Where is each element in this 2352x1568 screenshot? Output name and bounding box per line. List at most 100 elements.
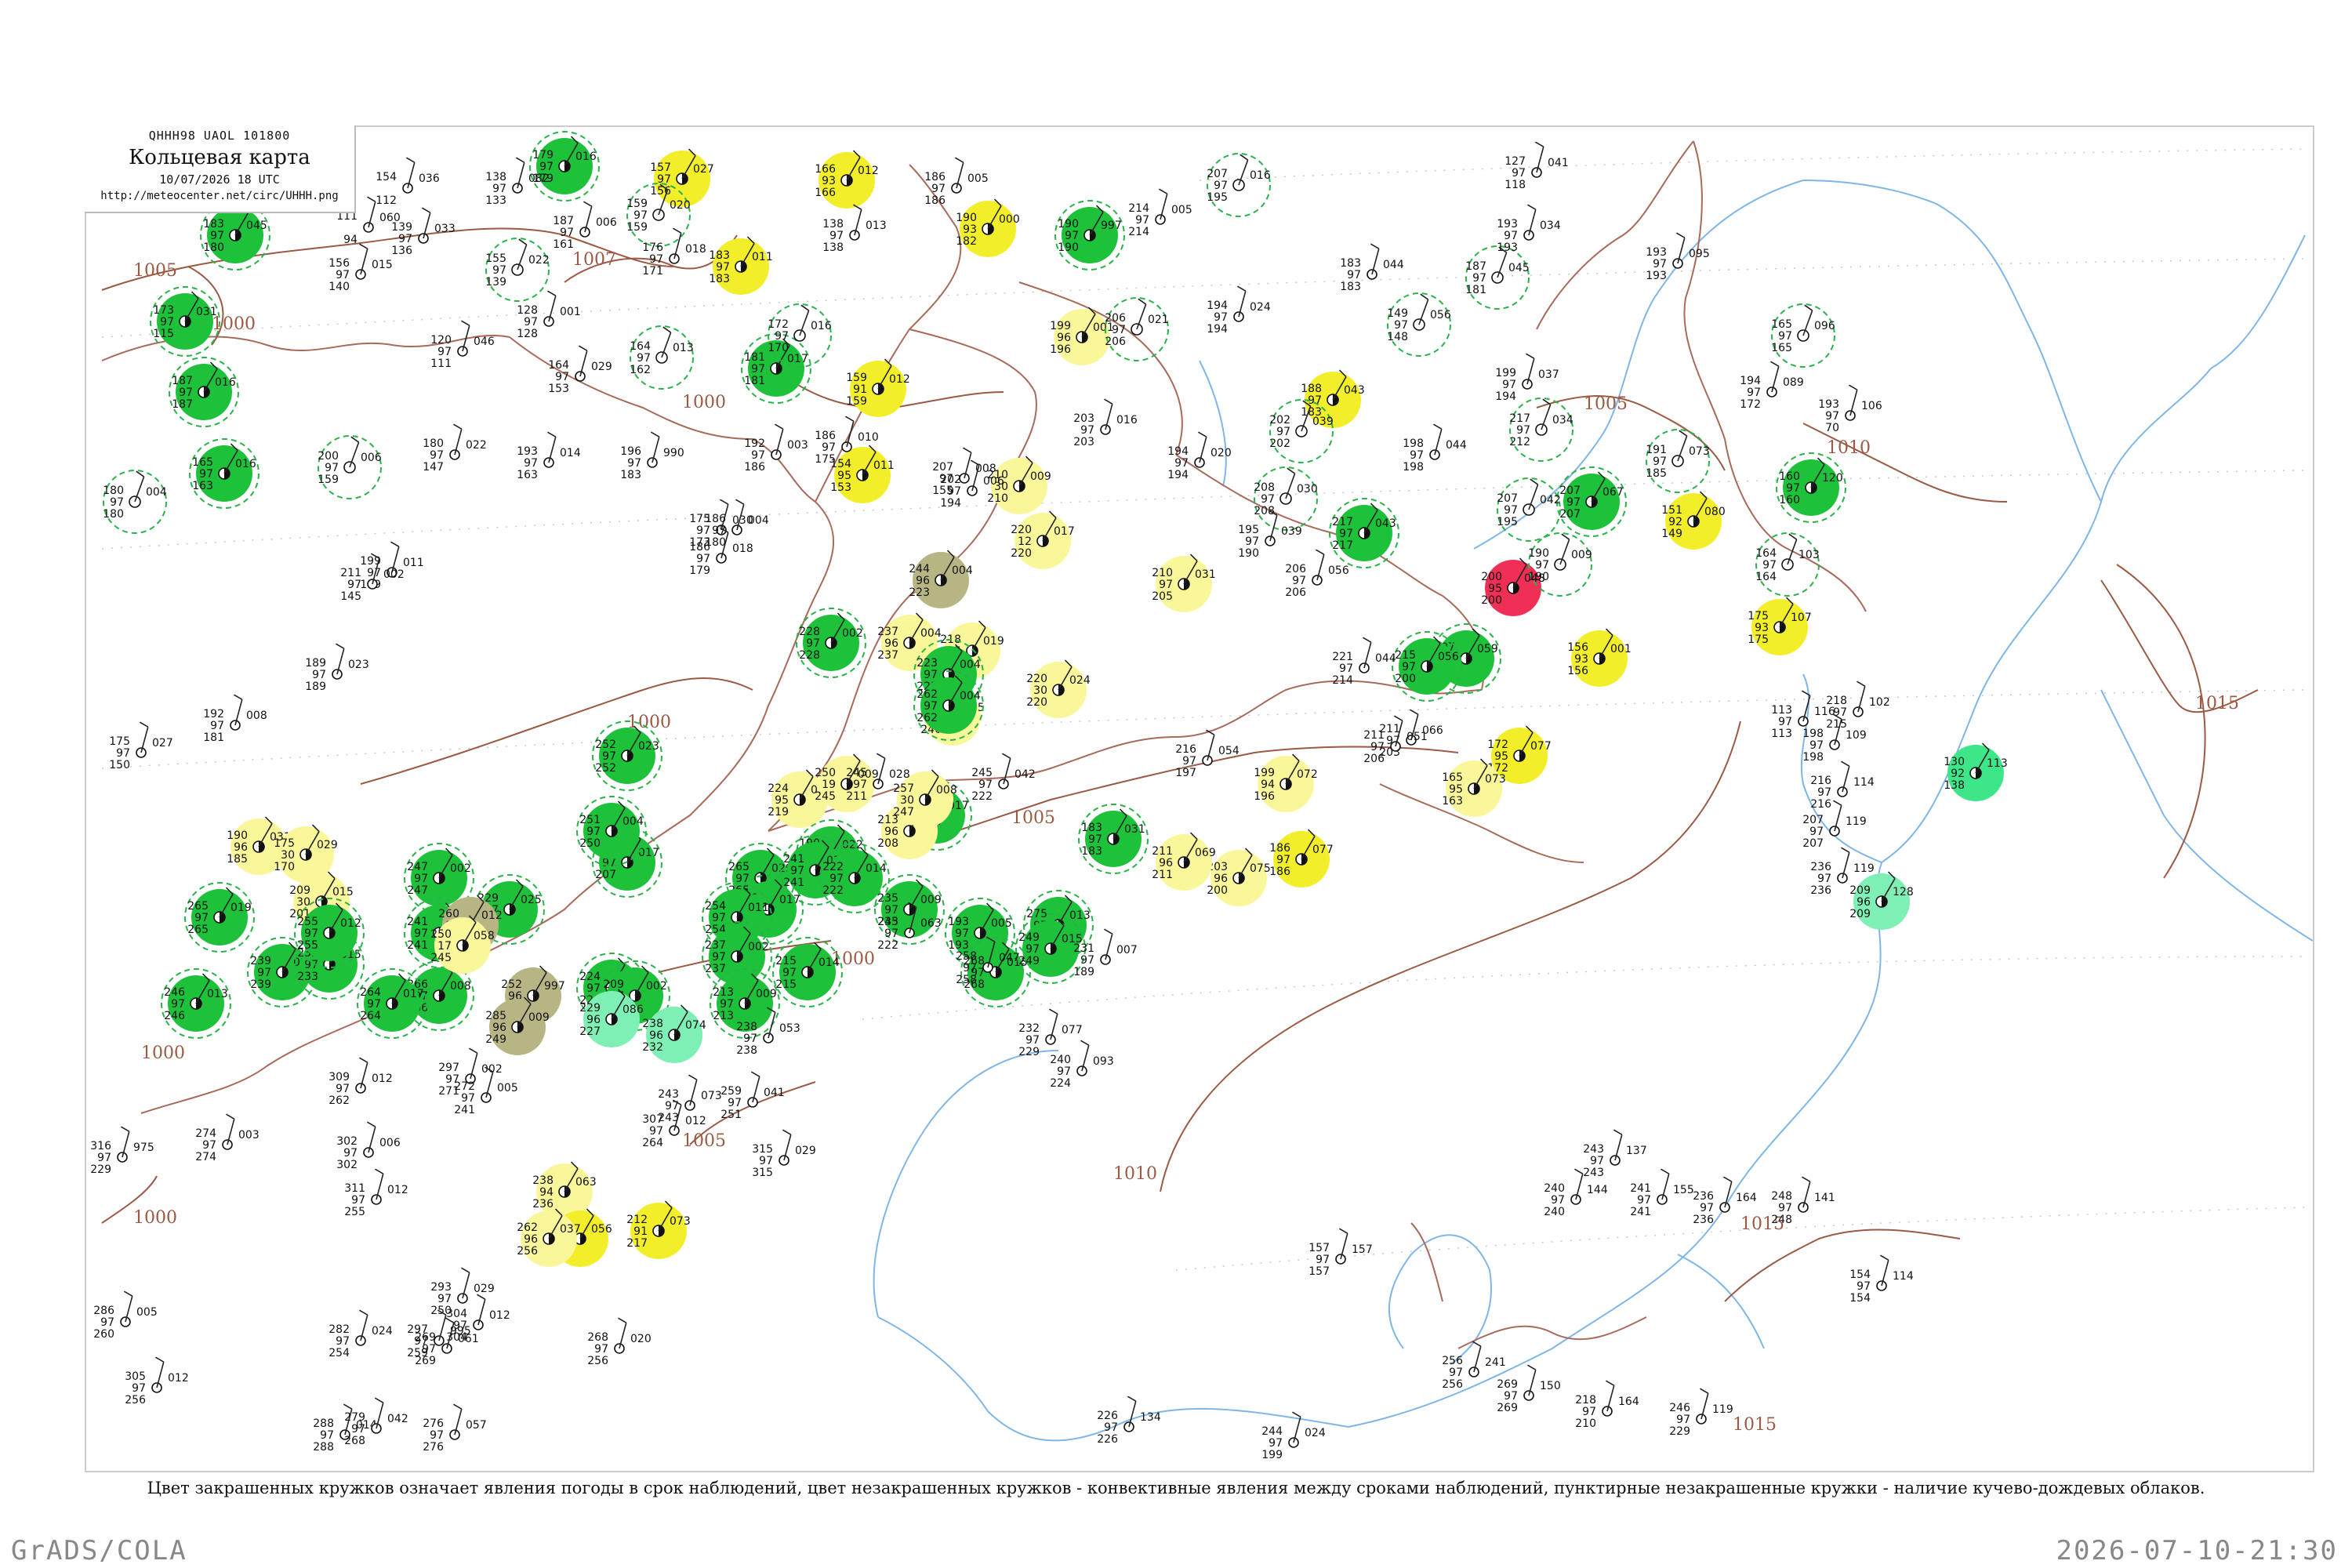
station-plain[interactable]: 21697216 114 (1810, 760, 1875, 811)
station-thunder[interactable]: 17397115 031 (150, 286, 220, 357)
station-plain[interactable]: 13997136 033 (391, 207, 456, 257)
station-rain[interactable]: 17593175 107 (1748, 597, 1812, 655)
station-plain[interactable]: 22197214 044 (1332, 637, 1396, 687)
station-plain[interactable]: 13897138 013 (822, 204, 887, 254)
station-plain[interactable]: 17697171 018 (642, 227, 706, 278)
station-plain[interactable]: 24897248 141 (1771, 1176, 1835, 1226)
station-plain[interactable]: 30997262 012 (328, 1057, 393, 1107)
station-plain[interactable]: 19997194 037 (1495, 353, 1559, 403)
station-plain[interactable]: 30297302 006 (336, 1121, 401, 1171)
station-rain[interactable]: 15991159 012 (846, 358, 910, 417)
station-cb-dashed[interactable]: 18797181 045 (1465, 245, 1530, 310)
station-rain[interactable]: 15693156 001 (1567, 628, 1632, 687)
station-plain[interactable]: 154 112 036 (376, 157, 440, 207)
station-shower_snow[interactable]: 13092138 113 (1944, 742, 2008, 801)
station-plain[interactable]: 18797161 006 (553, 201, 617, 251)
synoptic-map[interactable]: 1005100010071000100010051000100510001005… (0, 0, 2352, 1568)
station-plain[interactable]: 19897198 044 (1403, 423, 1467, 474)
station-cb-dashed[interactable]: 20797195 042 (1497, 477, 1561, 542)
station-thunder[interactable]: 25297252 023 (592, 720, 662, 791)
station-plain[interactable]: 15497154 114 (1849, 1254, 1914, 1305)
station-plain[interactable]: 15697140 015 (328, 243, 393, 293)
station-plain[interactable]: 19397193 034 (1497, 204, 1561, 254)
station-thunder[interactable]: 16097160 120 (1776, 452, 1846, 523)
station-drizzle[interactable]: 22012220 017 (1011, 510, 1075, 569)
station-plain[interactable]: 19297186 003 (744, 423, 808, 474)
station-thunder[interactable]: 18797187 016 (169, 357, 239, 427)
station-plain[interactable]: 24097224 093 (1050, 1040, 1114, 1090)
station-thunder[interactable]: 21597200 056 (1392, 631, 1462, 702)
station-plain[interactable]: 16497153 029 (548, 345, 612, 395)
station-cb-dashed[interactable]: 20797195 016 (1207, 153, 1271, 217)
station-plain[interactable]: 19397163 014 (517, 431, 581, 481)
station-plain[interactable]: 19697183 990 (620, 431, 684, 481)
station-plain[interactable]: 12797118 041 (1504, 141, 1569, 191)
station-cb-dashed[interactable]: 15597139 022 (485, 238, 550, 302)
station-drizzle[interactable]: 22030220 024 (1026, 659, 1091, 718)
station-plain[interactable]: 28697260 005 (93, 1290, 158, 1341)
station-cb-dashed[interactable]: 14997148 056 (1387, 292, 1451, 357)
station-drizzle[interactable]: 21196211 069 (1152, 832, 1216, 891)
station-cb-dashed[interactable]: 21797212 034 (1509, 397, 1573, 462)
station-fog[interactable]: 20996209 128 (1849, 871, 1914, 930)
station-thunder[interactable]: 22897228 002 (796, 608, 866, 678)
station-plain[interactable]: 26897256 020 (587, 1317, 652, 1367)
station-plain[interactable]: 18397183 044 (1340, 243, 1404, 293)
station-rain[interactable]: 15192149 080 (1661, 491, 1726, 550)
station-rain[interactable]: 16693166 012 (815, 150, 879, 209)
station-rain[interactable]: 18697186 077 (1269, 829, 1334, 887)
station-plain[interactable]: 21897215102 (1826, 681, 1890, 731)
station-plain[interactable]: 12097111 046 (430, 320, 495, 370)
station-plain[interactable]: 24197241 155 (1630, 1168, 1694, 1218)
station-plain[interactable]: 25997251 041 (720, 1071, 785, 1121)
station-plain[interactable]: 20397203 016 (1073, 398, 1138, 448)
station-thunder[interactable]: 16597163 016 (189, 438, 260, 509)
station-plain[interactable]: 28297254 024 (328, 1309, 393, 1359)
station-plain[interactable]: 31697229 975 (90, 1126, 154, 1176)
station-plain[interactable]: 12897128 001 (517, 290, 581, 340)
station-rain[interactable]: 19093182 000 (956, 198, 1020, 257)
station-plain[interactable]: 19597190 039 (1238, 510, 1302, 560)
station-plain[interactable]: 22697226 134 (1097, 1396, 1161, 1446)
station-thunder[interactable]: 24697246 013 (161, 968, 231, 1039)
station-plain[interactable]: 21897210 164 (1575, 1380, 1639, 1430)
station-plain[interactable]: 21497214 005 (1128, 188, 1192, 238)
station-cb-dashed[interactable]: 20697206 021 (1105, 297, 1169, 361)
station-plain[interactable]: 30597256 012 (125, 1356, 189, 1406)
station-drizzle[interactable]: 23894236 063 (532, 1161, 597, 1220)
station-plain[interactable]: 18697186 005 (924, 157, 989, 207)
station-plain[interactable]: 19297181 008 (203, 694, 267, 744)
station-haze[interactable]: 24496223 004 (909, 550, 973, 608)
station-plain[interactable]: 19497194 024 (1207, 285, 1271, 336)
station-plain[interactable]: 31597315 029 (752, 1129, 816, 1179)
station-cb-dashed[interactable]: 16497162 013 (630, 325, 694, 390)
station-plain[interactable]: 18997189 023 (305, 643, 369, 693)
station-cb-dashed[interactable]: 20097159 006 (318, 435, 382, 499)
station-plain[interactable]: 24497199 024 (1261, 1411, 1326, 1461)
station-rain[interactable]: 21291217 073 (626, 1200, 691, 1259)
station-plain[interactable]: 21697197 054 (1175, 729, 1240, 779)
station-cb-dashed[interactable]: 16497164 103 (1755, 532, 1820, 597)
station-plain[interactable]: 18097147 022 (423, 423, 487, 474)
station-thunder[interactable]: 21597215 014 (772, 937, 843, 1007)
station-thunder[interactable]: 17997179016 (529, 131, 600, 201)
map-url[interactable]: http://meteocenter.net/circ/UHHH.png (85, 190, 354, 202)
station-thunder[interactable]: 21797217 043 (1329, 498, 1399, 568)
station-cb-dashed[interactable]: 19197185 073 (1646, 429, 1710, 493)
station-rain[interactable]: 18397183 011 (709, 236, 773, 295)
station-plain[interactable]: 20797155008 (932, 447, 996, 497)
station-plain[interactable]: 26997269 150 (1497, 1364, 1561, 1414)
station-cb-dashed[interactable]: 16597165 096 (1771, 303, 1835, 368)
station-plain[interactable]: 15797157157 (1308, 1228, 1373, 1278)
station-drizzle[interactable]: 21097205 031 (1152, 554, 1216, 612)
station-thunder[interactable]: 18397183 031 (1078, 804, 1149, 874)
station-plain[interactable]: 24397243 137 (1583, 1129, 1647, 1179)
station-cb-dashed[interactable]: 20897208 030 (1254, 466, 1318, 531)
station-plain[interactable]: 27497274 003 (195, 1113, 260, 1163)
station-drizzle[interactable]: 20396200075 (1207, 848, 1271, 906)
station-plain[interactable]: 19497194 020 (1167, 431, 1232, 481)
station-thunder[interactable]: 26497264 017 (357, 968, 427, 1039)
station-plain[interactable]: 1939770 106 (1818, 384, 1882, 434)
station-thunder[interactable]: 19097190 997 (1054, 200, 1125, 270)
station-thunder[interactable]: 26597265 019 (184, 882, 255, 953)
